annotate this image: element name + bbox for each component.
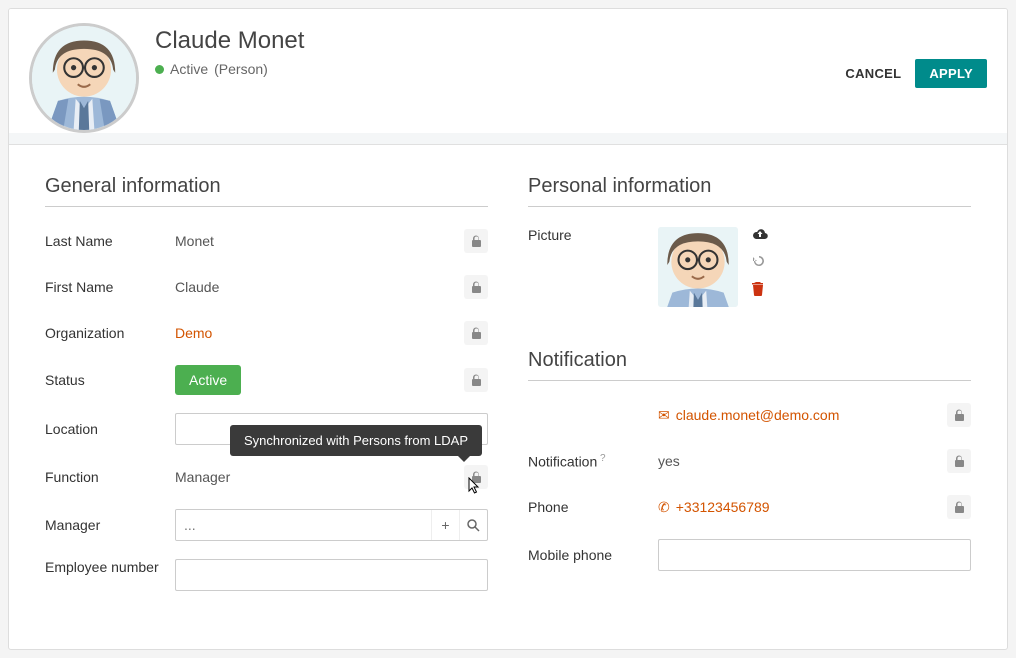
lock-icon[interactable] (464, 229, 488, 253)
label-first-name: First Name (45, 279, 175, 295)
lock-icon[interactable] (947, 449, 971, 473)
picture-image (658, 227, 738, 307)
search-icon[interactable] (459, 510, 487, 540)
add-icon[interactable]: + (431, 510, 459, 540)
header: Claude Monet Active (Person) CANCEL APPL… (9, 9, 1007, 133)
label-employee-number: Employee number (45, 559, 175, 575)
lock-icon[interactable] (947, 403, 971, 427)
phone-text: +33123456789 (676, 499, 770, 515)
value-organization[interactable]: Demo (175, 325, 456, 341)
value-first-name: Claude (175, 279, 456, 295)
phone-icon: ✆ (658, 499, 670, 515)
label-mobile: Mobile phone (528, 547, 658, 563)
lock-icon[interactable] (464, 368, 488, 392)
mail-icon: ✉ (658, 407, 670, 423)
section-title-notification: Notification (528, 349, 971, 372)
lock-icon[interactable] (464, 275, 488, 299)
field-status: Status Active (45, 365, 488, 395)
lock-icon[interactable] (947, 495, 971, 519)
field-organization: Organization Demo (45, 319, 488, 347)
type-text: (Person) (214, 61, 268, 77)
content: General information Last Name Monet Firs… (9, 145, 1007, 649)
sync-tooltip: Synchronized with Persons from LDAP (230, 425, 482, 456)
field-notification: Notification ? yes (528, 447, 971, 475)
field-employee-number: Employee number (45, 559, 488, 591)
divider (528, 206, 971, 207)
col-personal: Personal information Picture (528, 175, 971, 609)
lock-icon[interactable] (464, 321, 488, 345)
field-picture: Picture (528, 227, 971, 307)
col-general: General information Last Name Monet Firs… (45, 175, 488, 609)
value-phone[interactable]: ✆ +33123456789 (658, 499, 939, 516)
field-mobile: Mobile phone (528, 539, 971, 571)
label-phone: Phone (528, 499, 658, 515)
value-email[interactable]: ✉ claude.monet@demo.com (658, 407, 939, 424)
label-location: Location (45, 421, 175, 437)
avatar-image (32, 26, 136, 130)
section-title-general: General information (45, 175, 488, 198)
upload-icon[interactable] (752, 227, 768, 240)
picture-thumbnail (658, 227, 738, 307)
help-icon[interactable]: ? (597, 453, 605, 464)
label-status: Status (45, 372, 175, 388)
email-text: claude.monet@demo.com (676, 407, 840, 423)
status-text: Active (170, 61, 208, 77)
undo-icon[interactable] (752, 254, 768, 268)
picture-actions (752, 227, 768, 296)
field-last-name: Last Name Monet (45, 227, 488, 255)
header-actions: CANCEL APPLY (845, 59, 987, 88)
field-manager: Manager + (45, 509, 488, 541)
divider (528, 380, 971, 381)
input-manager[interactable] (176, 510, 431, 540)
status-badge: Active (175, 365, 241, 395)
label-picture: Picture (528, 227, 658, 243)
label-function: Function (45, 469, 175, 485)
field-first-name: First Name Claude (45, 273, 488, 301)
status-dot-icon (155, 65, 164, 74)
field-phone: Phone ✆ +33123456789 (528, 493, 971, 521)
delete-icon[interactable] (752, 282, 768, 296)
field-function: Function Manager Synchronized with Perso… (45, 463, 488, 491)
section-title-personal: Personal information (528, 175, 971, 198)
value-notification: yes (658, 453, 939, 469)
divider (45, 206, 488, 207)
value-status: Active (175, 365, 456, 395)
input-mobile[interactable] (658, 539, 971, 571)
avatar (29, 23, 139, 133)
value-function: Manager (175, 469, 456, 485)
person-edit-card: Claude Monet Active (Person) CANCEL APPL… (8, 8, 1008, 650)
apply-button[interactable]: APPLY (915, 59, 987, 88)
label-notification: Notification ? (528, 453, 658, 470)
label-organization: Organization (45, 325, 175, 341)
cancel-button[interactable]: CANCEL (845, 66, 901, 81)
value-last-name: Monet (175, 233, 456, 249)
label-last-name: Last Name (45, 233, 175, 249)
manager-input-group: + (175, 509, 488, 541)
input-employee-number[interactable] (175, 559, 488, 591)
lock-icon[interactable] (464, 465, 488, 489)
label-manager: Manager (45, 517, 175, 533)
page-title: Claude Monet (155, 27, 987, 55)
field-email: ✉ claude.monet@demo.com (528, 401, 971, 429)
